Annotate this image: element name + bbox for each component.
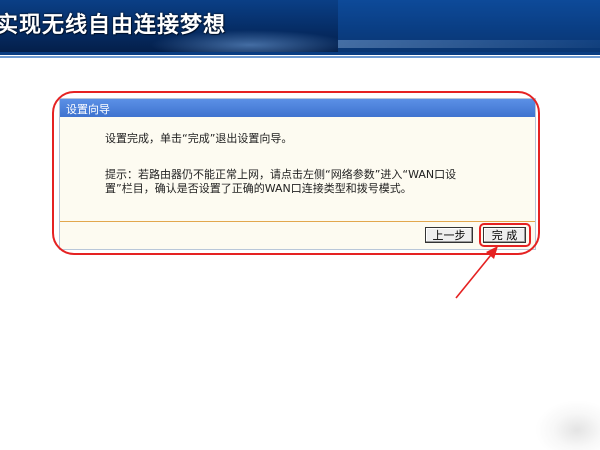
arrow-head: [486, 246, 498, 259]
watermark-logo: [535, 400, 600, 450]
arrow-shaft: [455, 249, 496, 299]
annotation-arrow-icon: [455, 246, 498, 299]
